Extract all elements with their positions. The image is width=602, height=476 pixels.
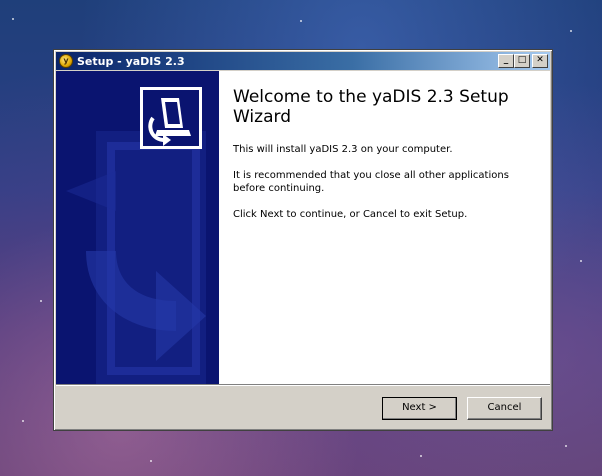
star [150,460,152,462]
wizard-side-image [56,71,219,384]
star [580,260,582,262]
minimize-button[interactable]: _ [498,54,514,68]
next-button[interactable]: Next > [382,397,457,420]
window-title: Setup - yaDIS 2.3 [77,54,185,68]
computer-install-icon [143,90,199,146]
maximize-button[interactable]: □ [514,54,530,68]
welcome-heading: Welcome to the yaDIS 2.3 Setup Wizard [233,87,509,127]
star [420,455,422,457]
star [40,300,42,302]
star [300,20,302,22]
install-text: This will install yaDIS 2.3 on your comp… [233,144,453,155]
star [22,420,24,422]
star [565,445,567,447]
instruction-text: Click Next to continue, or Cancel to exi… [233,209,468,220]
button-separator [56,384,550,386]
wizard-content: Welcome to the yaDIS 2.3 Setup Wizard Th… [56,71,550,384]
setup-window: y Setup - yaDIS 2.3 _ □ ✕ Welcome to the… [53,49,553,431]
title-bar[interactable]: y Setup - yaDIS 2.3 _ □ ✕ [56,52,550,70]
setup-logo [140,87,202,149]
setup-app-icon: y [59,54,73,68]
close-button[interactable]: ✕ [532,54,548,68]
star [570,30,572,32]
star [12,18,14,20]
cancel-button[interactable]: Cancel [467,397,542,420]
recommendation-text: It is recommended that you close all oth… [233,170,509,194]
window-controls: _ □ ✕ [498,54,548,68]
